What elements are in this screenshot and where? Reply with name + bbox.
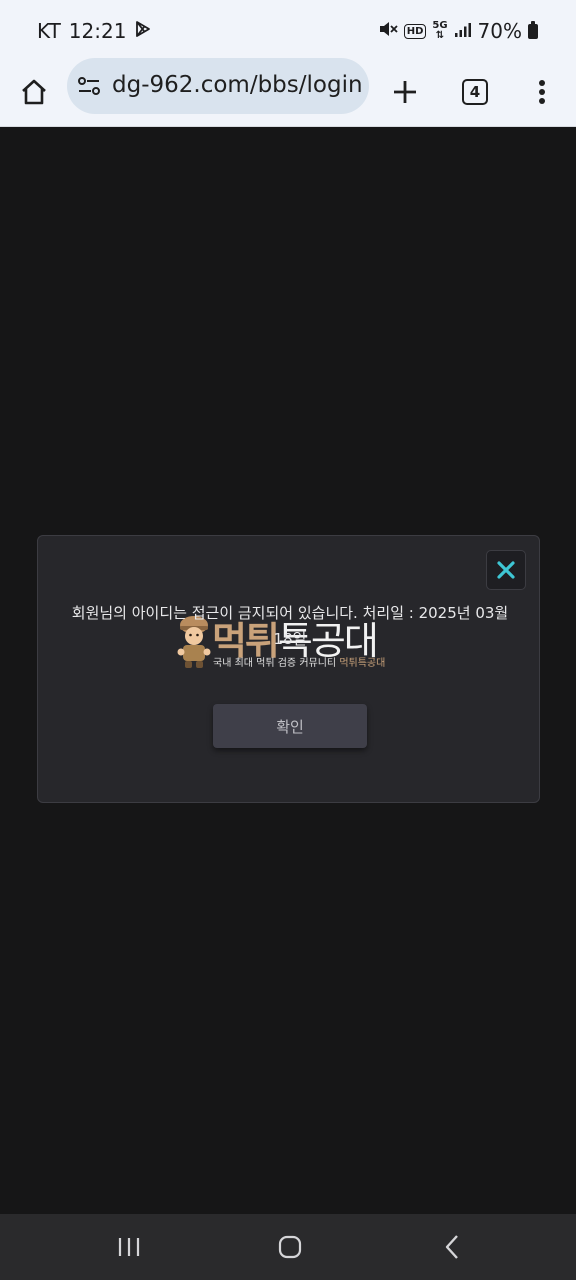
tab-switcher-icon: 4 <box>462 79 488 105</box>
new-tab-icon <box>394 81 416 103</box>
clock: 12:21 <box>68 19 127 43</box>
status-right: HD 5G ⇅ 70% <box>378 19 538 43</box>
logo-tagline-accent: 먹튀특공대 <box>339 658 386 669</box>
home-icon <box>22 79 46 105</box>
home-nav-icon <box>278 1235 302 1259</box>
battery-percent: 70% <box>477 19 522 43</box>
mute-icon <box>378 19 398 43</box>
confirm-button[interactable]: 확인 <box>213 704 367 748</box>
browser-toolbar: dg-962.com/bbs/login_ 4 <box>0 58 576 127</box>
home-button[interactable] <box>8 66 60 118</box>
new-tab-button[interactable] <box>379 66 431 118</box>
more-menu-icon <box>539 80 545 104</box>
back-icon <box>445 1235 458 1259</box>
more-menu-button[interactable] <box>516 66 568 118</box>
carrier-label: KT <box>37 19 61 43</box>
status-left: KT 12:21 <box>37 19 152 43</box>
system-nav-bar <box>0 1214 576 1280</box>
hd-icon: HD <box>403 23 427 39</box>
5g-icon: 5G ⇅ <box>432 20 448 41</box>
recent-apps-icon <box>118 1238 140 1256</box>
logo-tagline-text: 국내 최대 먹튀 검증 커뮤니티 <box>213 658 337 669</box>
address-bar[interactable]: dg-962.com/bbs/login_ <box>67 58 369 114</box>
status-bar: KT 12:21 HD 5G ⇅ 70% <box>0 0 576 62</box>
close-icon <box>497 561 515 579</box>
dialog-message: 회원님의 아이디는 접근이 금지되어 있습니다. 처리일 : 2025년 03월… <box>71 604 509 648</box>
battery-icon <box>528 20 538 39</box>
back-button[interactable] <box>432 1231 472 1263</box>
site-settings-icon[interactable] <box>77 74 101 98</box>
tab-switcher-button[interactable]: 4 <box>449 66 501 118</box>
close-button[interactable] <box>486 550 526 590</box>
home-nav-button[interactable] <box>270 1231 310 1263</box>
alert-dialog: 먹튀특공대 국내 최대 먹튀 검증 커뮤니티 먹튀특공대 회원님의 아이디는 접… <box>37 535 540 803</box>
play-store-icon <box>134 19 152 43</box>
signal-icon <box>454 19 472 43</box>
url-text[interactable]: dg-962.com/bbs/login_ <box>112 72 362 98</box>
recent-apps-button[interactable] <box>109 1231 149 1263</box>
logo-tagline: 국내 최대 먹튀 검증 커뮤니티 먹튀특공대 <box>213 654 385 669</box>
